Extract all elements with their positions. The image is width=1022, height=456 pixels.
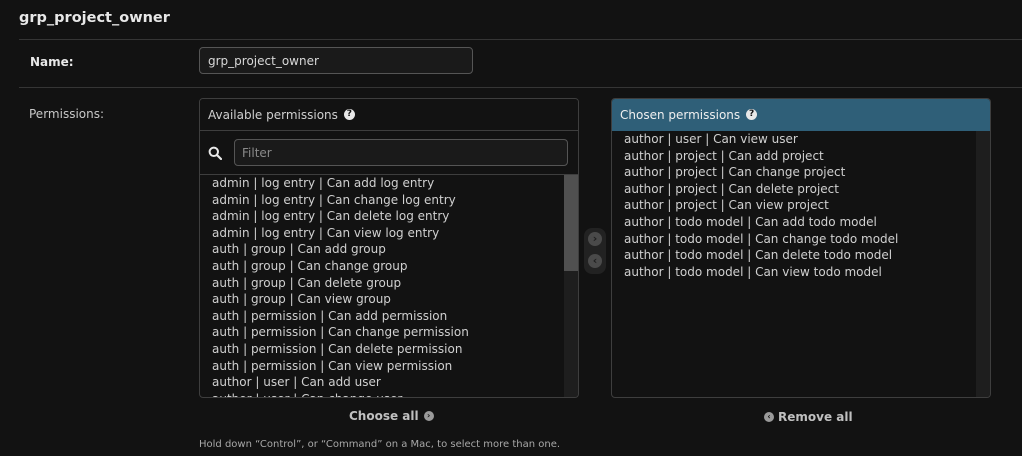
permission-option[interactable]: author | project | Can change project [624, 164, 976, 181]
help-icon[interactable]: ? [746, 109, 758, 120]
permission-option[interactable]: author | todo model | Can view todo mode… [624, 264, 976, 281]
move-arrows: › ‹ [584, 228, 606, 274]
remove-arrow-icon[interactable]: ‹ [588, 254, 602, 268]
chosen-permissions-box: Chosen permissions ? author | user | Can… [611, 98, 991, 398]
permission-option[interactable]: author | project | Can add project [624, 148, 976, 165]
permission-option[interactable]: admin | log entry | Can change log entry [212, 192, 564, 209]
choose-arrow-icon[interactable]: › [588, 232, 602, 246]
filter-input[interactable] [234, 139, 568, 166]
arrow-right-icon: › [423, 411, 434, 421]
permissions-label: Permissions: [29, 107, 105, 121]
remove-all-label: Remove all [778, 410, 853, 424]
name-label: Name: [30, 55, 74, 69]
chosen-permissions-title: Chosen permissions [620, 108, 741, 122]
available-permissions-box: Available permissions ? admin | log entr… [199, 98, 579, 398]
scrollbar-thumb[interactable] [564, 175, 578, 271]
choose-all-label: Choose all [349, 409, 419, 423]
permission-option[interactable]: auth | group | Can view group [212, 291, 564, 308]
permission-option[interactable]: author | todo model | Can add todo model [624, 214, 976, 231]
chosen-permissions-header: Chosen permissions ? [612, 99, 990, 131]
permission-option[interactable]: auth | group | Can change group [212, 258, 564, 275]
permission-option[interactable]: author | user | Can view user [624, 131, 976, 148]
filter-row [200, 131, 578, 175]
chosen-permissions-list[interactable]: author | user | Can view user author | pr… [612, 131, 976, 397]
page-title: grp_project_owner [19, 10, 170, 26]
choose-all-link[interactable]: Choose all › [349, 409, 434, 423]
available-scrollbar[interactable] [564, 175, 578, 397]
permission-option[interactable]: admin | log entry | Can add log entry [212, 175, 564, 192]
help-text: Hold down “Control”, or “Command” on a M… [199, 439, 561, 450]
permission-option[interactable]: auth | group | Can delete group [212, 275, 564, 292]
row-divider [19, 39, 1022, 40]
permission-option[interactable]: auth | permission | Can delete permissio… [212, 341, 564, 358]
available-permissions-title: Available permissions [208, 108, 338, 122]
permission-option[interactable]: author | project | Can delete project [624, 181, 976, 198]
help-icon[interactable]: ? [343, 109, 355, 120]
remove-all-link[interactable]: ‹ Remove all [764, 410, 853, 424]
arrow-left-icon: ‹ [764, 412, 774, 422]
permission-option[interactable]: auth | permission | Can change permissio… [212, 324, 564, 341]
permission-option[interactable]: author | user | Can add user [212, 374, 564, 391]
permission-option[interactable]: author | todo model | Can change todo mo… [624, 231, 976, 248]
name-input[interactable] [199, 47, 473, 74]
available-permissions-list[interactable]: admin | log entry | Can add log entry adm… [200, 175, 564, 397]
permission-option[interactable]: author | todo model | Can delete todo mo… [624, 247, 976, 264]
permission-option[interactable]: author | user | Can change user [212, 391, 564, 397]
permission-option[interactable]: auth | permission | Can view permission [212, 358, 564, 375]
available-permissions-header: Available permissions ? [200, 99, 578, 131]
permission-option[interactable]: auth | group | Can add group [212, 241, 564, 258]
permission-option[interactable]: author | project | Can view project [624, 197, 976, 214]
permission-option[interactable]: admin | log entry | Can delete log entry [212, 208, 564, 225]
row-divider [19, 87, 1022, 88]
chosen-scrollbar[interactable] [976, 131, 990, 397]
permission-option[interactable]: admin | log entry | Can view log entry [212, 225, 564, 242]
search-icon [208, 146, 222, 160]
permission-option[interactable]: auth | permission | Can add permission [212, 308, 564, 325]
